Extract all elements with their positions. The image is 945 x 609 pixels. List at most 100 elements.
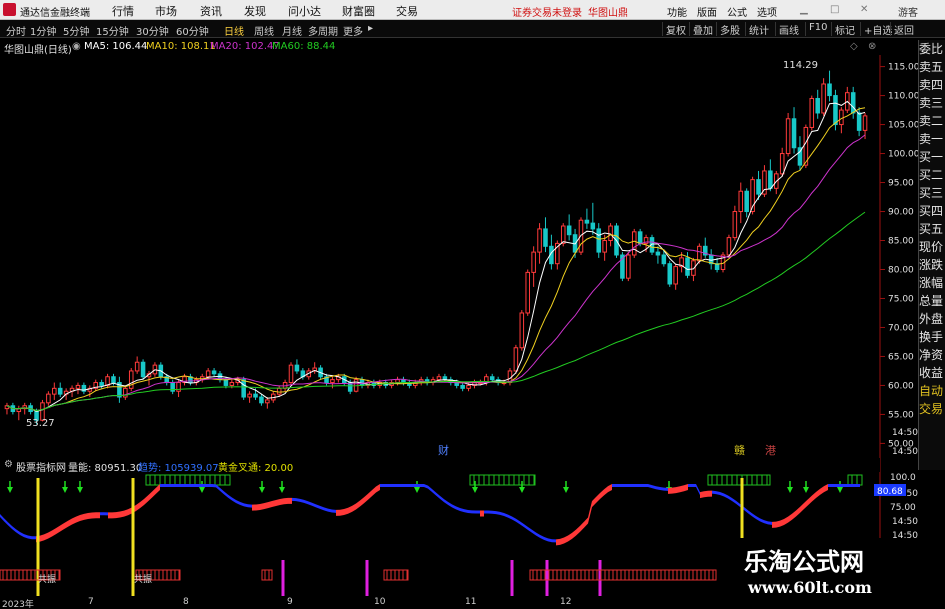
trend-ribbon-seg [228,494,232,501]
trend-ribbon-seg [296,498,300,502]
event-gan[interactable]: 赣 [734,443,745,457]
panel-sell4[interactable]: 卖四 [919,76,945,94]
chart-title[interactable]: 华图山鼎(日线) [4,41,72,56]
tf-weekly[interactable]: 周线 [254,23,274,38]
tf-5min[interactable]: 5分钟 [63,23,89,38]
candle-body [330,379,335,384]
panel-sell3[interactable]: 卖三 [919,94,945,112]
candle-body [253,393,258,398]
trend-ribbon-seg [360,497,364,507]
btn-fuquan[interactable]: 复权 [662,22,689,37]
login-warning[interactable]: 证券交易未登录 [512,4,582,19]
menu-gongshi[interactable]: 公式 [727,4,747,19]
panel-buy4[interactable]: 买四 [919,202,945,220]
panel-buy1[interactable]: 买一 [919,148,945,166]
btn-biaoji[interactable]: 标记 [831,22,858,37]
panel-price[interactable]: 现价 [919,238,945,256]
tf-daily[interactable]: 日线 [224,23,244,38]
panel-outer[interactable]: 外盘 [919,310,945,328]
menu-jiaoyi[interactable]: 交易 [396,3,418,19]
panel-netasset[interactable]: 净资 [919,346,945,364]
trend-ribbon-seg [688,484,692,487]
trend-ribbon-seg [380,484,384,487]
panel-volume[interactable]: 总量 [919,292,945,310]
event-gang[interactable]: 港 [765,444,776,457]
maximize-icon[interactable]: □ [830,4,839,15]
panel-trade[interactable]: 交易 [919,400,945,418]
menu-xuanxiang[interactable]: 选项 [757,4,777,19]
trend-ribbon-seg [600,489,604,499]
trend-ribbon-seg [84,512,88,520]
tf-30min[interactable]: 30分钟 [136,23,169,38]
menu-faxian[interactable]: 发现 [244,3,266,19]
trend-ribbon-seg [292,497,296,502]
tf-multi[interactable]: 多周期 [308,23,338,38]
panel-sell2[interactable]: 卖二 [919,112,945,130]
indicator-gear-icon[interactable]: ⚙ [4,459,13,470]
menu-shichang[interactable]: 市场 [155,3,177,19]
menu-gongneng[interactable]: 功能 [667,4,687,19]
trend-ribbon-seg [816,488,820,498]
menu-wenxiaoda[interactable]: 问小达 [288,3,321,19]
more-chevron-icon[interactable]: ▸ [368,23,373,34]
close-icon[interactable]: ✕ [860,4,868,15]
menu-banmian[interactable]: 版面 [697,4,717,19]
trend-ribbon-seg [340,509,344,516]
menu-caifuquan[interactable]: 财富圈 [342,3,375,19]
trend-ribbon-seg [172,484,176,487]
panel-eps[interactable]: 收益 [919,364,945,382]
trend-ribbon-seg [576,525,580,536]
btn-duogu[interactable]: 多股 [716,22,743,37]
trend-ribbon-seg [260,503,264,510]
tf-fenshi[interactable]: 分时 [6,23,26,38]
btn-fanhui[interactable]: 返回 [890,22,917,37]
trend-ribbon-seg [72,516,76,525]
price-tick-label: 55.00 [888,410,914,420]
trend-ribbon-seg [796,506,800,517]
trend-ribbon-seg [280,498,284,506]
trend-ribbon-seg [320,505,324,511]
panel-buy2[interactable]: 买二 [919,166,945,184]
trend-ribbon-seg [176,484,180,487]
panel-buy5[interactable]: 买五 [919,220,945,238]
trend-ribbon-seg [784,516,788,525]
minimize-icon[interactable]: ▁ [800,4,808,15]
trend-ribbon-seg [608,484,612,493]
trend-ribbon-seg [736,500,740,507]
trend-ribbon-seg [388,484,392,487]
panel-auto[interactable]: 自动 [919,382,945,400]
price-chart[interactable]: 115.00 110.00 105.00 100.00 95.00 90.00 85.00 8… [0,55,918,475]
tf-1min[interactable]: 1分钟 [30,23,56,38]
tf-more[interactable]: 更多 [343,23,363,38]
btn-diejia[interactable]: 叠加 [689,22,716,37]
candle-body [134,361,140,372]
diamond-icon[interactable]: ◇ [850,41,858,52]
trend-ribbon-seg [224,491,228,498]
panel-weibi[interactable]: 委比 [919,40,945,58]
panel-sell5[interactable]: 卖五 [919,58,945,76]
settings-circle-icon[interactable]: ◉ [72,41,81,52]
panel-sell1[interactable]: 卖一 [919,130,945,148]
tf-15min[interactable]: 15分钟 [96,23,129,38]
panel-buy3[interactable]: 买三 [919,184,945,202]
menu-zixun[interactable]: 资讯 [200,3,222,19]
tf-monthly[interactable]: 月线 [282,23,302,38]
tf-60min[interactable]: 60分钟 [176,23,209,38]
panel-change[interactable]: 涨跌 [919,256,945,274]
panel-pct[interactable]: 涨幅 [919,274,945,292]
price-tick-label: 60.00 [888,381,914,391]
close-chart-icon[interactable]: ⊗ [868,41,876,52]
panel-turnover[interactable]: 换手 [919,328,945,346]
btn-tongji[interactable]: 统计 [745,22,772,37]
trend-ribbon-seg [444,499,448,505]
btn-f10[interactable]: F10 [805,22,830,36]
trend-ribbon-seg [532,529,536,536]
candle-body [738,190,744,213]
guest-label[interactable]: 游客 [898,4,918,19]
trend-ribbon-seg [64,520,68,530]
menu-hangqing[interactable]: 行情 [112,3,134,19]
btn-huaxian[interactable]: 画线 [775,22,802,37]
trend-ribbon-seg [800,503,804,513]
event-cai[interactable]: 财 [438,443,449,457]
trend-ribbon-seg [720,492,724,497]
